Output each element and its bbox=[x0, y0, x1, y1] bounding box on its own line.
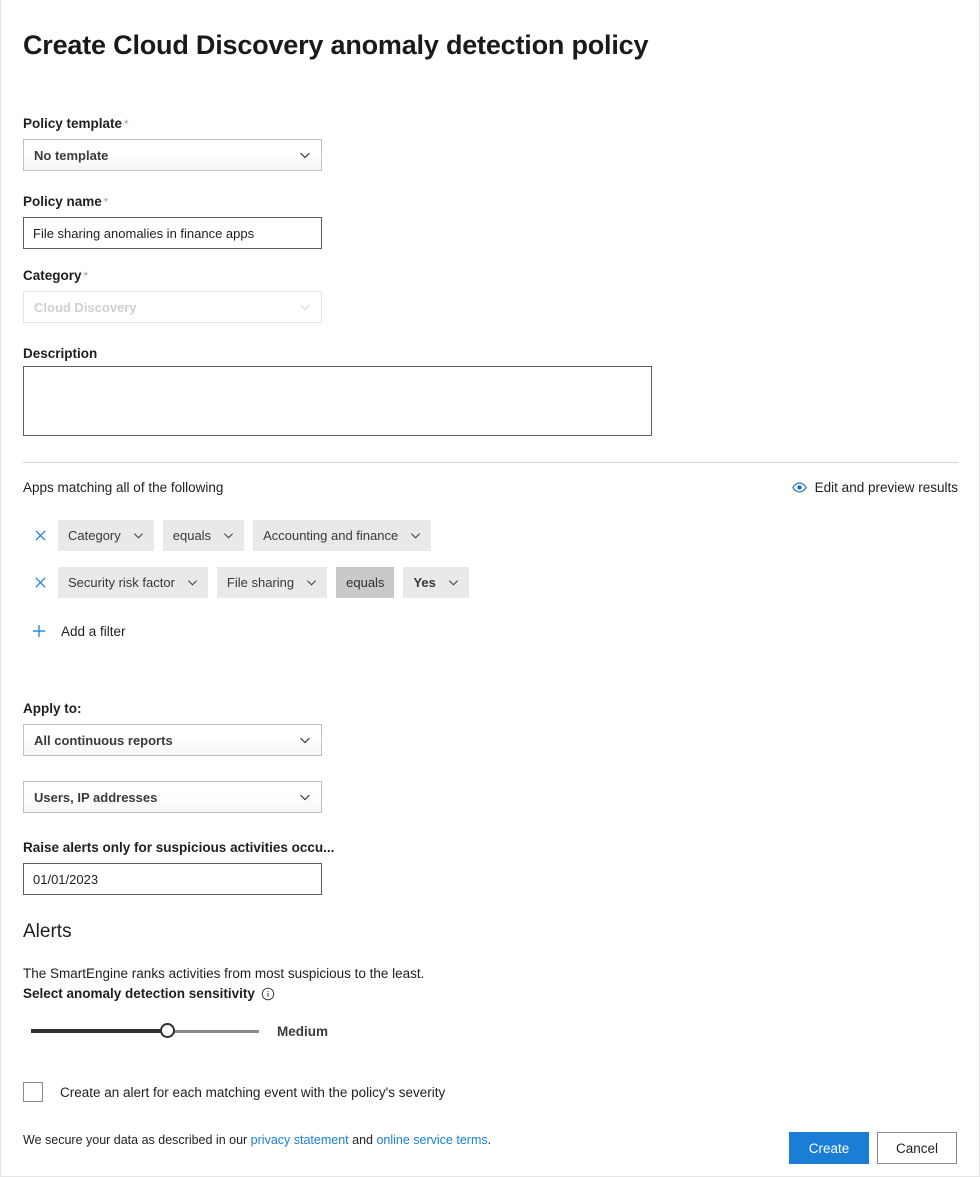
apply-to-label-text: Apply to: bbox=[23, 701, 82, 716]
filter-field-chip[interactable]: Category bbox=[58, 520, 154, 551]
filter-value-label: Accounting and finance bbox=[263, 528, 398, 543]
alerts-description: The SmartEngine ranks activities from mo… bbox=[23, 966, 424, 981]
slider-fill bbox=[31, 1029, 168, 1033]
description-label: Description bbox=[23, 345, 97, 363]
raise-alerts-label-text: Raise alerts only for suspicious activit… bbox=[23, 840, 334, 855]
filter-field-chip[interactable]: Security risk factor bbox=[58, 567, 208, 598]
category-dropdown: Cloud Discovery bbox=[23, 291, 322, 323]
apply-to-reports-dropdown[interactable]: All continuous reports bbox=[23, 724, 322, 756]
privacy-statement-link[interactable]: privacy statement bbox=[251, 1133, 349, 1147]
footer-note-suffix: . bbox=[488, 1133, 491, 1147]
filter-subfield-label: File sharing bbox=[227, 575, 294, 590]
edit-and-preview-results-link[interactable]: Edit and preview results bbox=[792, 480, 958, 495]
section-divider bbox=[23, 462, 958, 463]
apply-to-scope-dropdown[interactable]: Users, IP addresses bbox=[23, 781, 322, 813]
apply-to-scope-value: Users, IP addresses bbox=[34, 790, 299, 805]
filter-field-label: Security risk factor bbox=[68, 575, 175, 590]
policy-name-input[interactable] bbox=[23, 217, 322, 249]
eye-icon bbox=[792, 480, 807, 495]
category-value: Cloud Discovery bbox=[34, 300, 299, 315]
footer-note-prefix: We secure your data as described in our bbox=[23, 1133, 251, 1147]
chevron-down-icon bbox=[299, 791, 311, 803]
chevron-down-icon bbox=[299, 149, 311, 161]
filters-heading: Apps matching all of the following bbox=[23, 480, 223, 495]
footer-buttons: Create Cancel bbox=[789, 1132, 957, 1164]
online-service-terms-link[interactable]: online service terms bbox=[376, 1133, 487, 1147]
description-textarea[interactable] bbox=[23, 366, 652, 436]
edit-and-preview-results-label: Edit and preview results bbox=[815, 480, 958, 495]
sensitivity-label-text: Select anomaly detection sensitivity bbox=[23, 986, 255, 1001]
chevron-down-icon bbox=[133, 530, 144, 541]
policy-template-required-mark: * bbox=[124, 117, 129, 131]
apply-to-label: Apply to: bbox=[23, 700, 82, 718]
apply-to-reports-value: All continuous reports bbox=[34, 733, 299, 748]
close-icon[interactable] bbox=[31, 574, 49, 592]
page-title: Create Cloud Discovery anomaly detection… bbox=[23, 30, 648, 61]
chevron-down-icon bbox=[410, 530, 421, 541]
add-filter-button[interactable]: Add a filter bbox=[31, 623, 126, 639]
category-label-text: Category bbox=[23, 268, 82, 283]
filter-value-chip[interactable]: Accounting and finance bbox=[253, 520, 431, 551]
category-required-mark: * bbox=[84, 269, 89, 283]
info-icon[interactable] bbox=[261, 987, 275, 1001]
plus-icon bbox=[31, 623, 47, 639]
chevron-down-icon bbox=[448, 577, 459, 588]
close-icon[interactable] bbox=[31, 527, 49, 545]
policy-template-dropdown[interactable]: No template bbox=[23, 139, 322, 171]
policy-name-label: Policy name* bbox=[23, 193, 108, 211]
chevron-down-icon bbox=[187, 577, 198, 588]
create-button[interactable]: Create bbox=[789, 1132, 869, 1164]
add-filter-label: Add a filter bbox=[61, 624, 126, 639]
filter-field-label: Category bbox=[68, 528, 121, 543]
filter-operator-label: equals bbox=[173, 528, 211, 543]
chevron-down-icon bbox=[306, 577, 317, 588]
category-label: Category* bbox=[23, 267, 88, 285]
filter-operator-chip[interactable]: equals bbox=[163, 520, 244, 551]
policy-template-label: Policy template* bbox=[23, 115, 129, 133]
chevron-down-icon bbox=[299, 301, 311, 313]
alerts-section-title: Alerts bbox=[23, 921, 72, 943]
filter-operator-chip[interactable]: equals bbox=[336, 567, 394, 598]
create-alert-per-event-checkbox-row[interactable]: Create an alert for each matching event … bbox=[23, 1082, 445, 1102]
policy-template-value: No template bbox=[34, 148, 299, 163]
policy-name-required-mark: * bbox=[104, 195, 109, 209]
footer-note-middle: and bbox=[349, 1133, 377, 1147]
raise-alerts-label: Raise alerts only for suspicious activit… bbox=[23, 839, 334, 857]
raise-alerts-date-input[interactable] bbox=[23, 863, 322, 895]
create-policy-dialog: Create Cloud Discovery anomaly detection… bbox=[0, 0, 980, 1177]
sensitivity-slider-wrap: Medium bbox=[31, 1021, 328, 1041]
policy-name-label-text: Policy name bbox=[23, 194, 102, 209]
chevron-down-icon bbox=[299, 734, 311, 746]
filter-row: Category equals Accounting and finance bbox=[31, 520, 431, 551]
create-alert-per-event-label: Create an alert for each matching event … bbox=[60, 1085, 445, 1100]
filter-row: Security risk factor File sharing equals… bbox=[31, 567, 469, 598]
sensitivity-slider[interactable] bbox=[31, 1021, 259, 1041]
policy-template-label-text: Policy template bbox=[23, 116, 122, 131]
slider-thumb[interactable] bbox=[160, 1023, 175, 1038]
sensitivity-label: Select anomaly detection sensitivity bbox=[23, 986, 275, 1001]
sensitivity-value: Medium bbox=[277, 1024, 328, 1039]
filter-value-label: Yes bbox=[413, 575, 435, 590]
create-alert-per-event-checkbox[interactable] bbox=[23, 1082, 43, 1102]
chevron-down-icon bbox=[223, 530, 234, 541]
filter-operator-label: equals bbox=[346, 575, 384, 590]
filters-header: Apps matching all of the following Edit … bbox=[23, 480, 958, 495]
description-label-text: Description bbox=[23, 346, 97, 361]
footer-note: We secure your data as described in our … bbox=[23, 1133, 491, 1147]
cancel-button[interactable]: Cancel bbox=[877, 1132, 957, 1164]
filter-value-chip[interactable]: Yes bbox=[403, 567, 468, 598]
filter-subfield-chip[interactable]: File sharing bbox=[217, 567, 327, 598]
